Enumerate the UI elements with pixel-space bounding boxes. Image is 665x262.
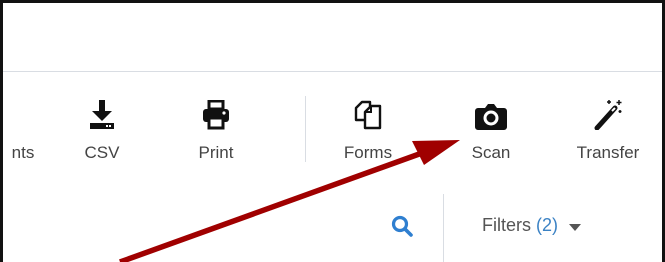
toolbar-item-label: nts xyxy=(11,143,35,162)
filters-dropdown[interactable]: Filters (2) xyxy=(482,215,582,237)
filter-bar: Filters (2) xyxy=(3,194,662,262)
print-label: Print xyxy=(198,143,234,162)
search-icon xyxy=(391,215,413,237)
top-bar xyxy=(6,6,659,74)
transfer-button[interactable]: Transfer xyxy=(565,72,651,194)
csv-button[interactable]: CSV xyxy=(77,72,127,194)
print-button[interactable]: Print xyxy=(189,72,243,194)
filter-separator xyxy=(443,194,444,262)
scan-label: Scan xyxy=(471,143,511,162)
caret-down-icon xyxy=(569,216,582,237)
clipped-tool-icon xyxy=(3,86,43,130)
forms-copy-icon xyxy=(348,86,388,130)
forms-label: Forms xyxy=(343,143,393,162)
csv-label: CSV xyxy=(84,143,120,162)
toolbar-separator xyxy=(305,96,306,162)
printer-icon xyxy=(196,86,236,130)
filters-count: (2) xyxy=(536,215,559,235)
camera-icon xyxy=(471,86,511,130)
download-csv-icon xyxy=(82,86,122,130)
magic-wand-icon xyxy=(588,86,628,130)
transfer-label: Transfer xyxy=(576,143,640,162)
filters-label: Filters xyxy=(482,215,531,235)
scan-button[interactable]: Scan xyxy=(464,72,518,194)
action-toolbar: nts CSV Print Forms Scan Transfer xyxy=(3,72,662,194)
search-button[interactable] xyxy=(387,211,417,241)
forms-button[interactable]: Forms xyxy=(339,72,397,194)
toolbar-item-clipped[interactable]: nts xyxy=(1,72,45,194)
